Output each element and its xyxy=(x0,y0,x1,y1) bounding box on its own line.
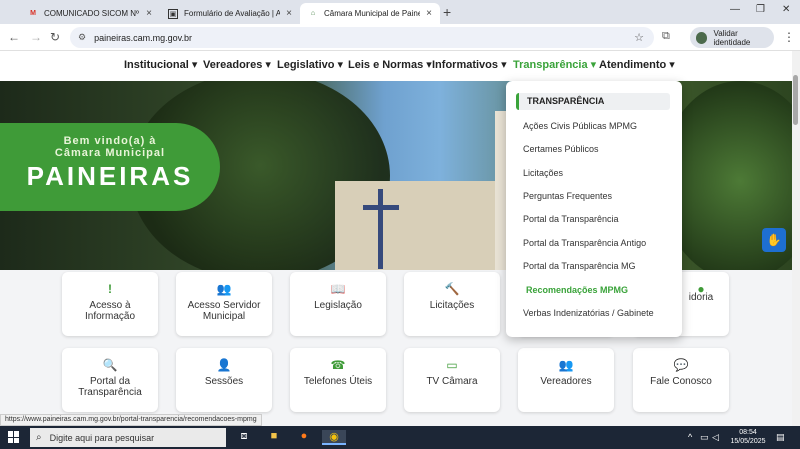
bookmark-star-icon[interactable]: ☆ xyxy=(634,31,644,44)
close-tab-icon[interactable]: × xyxy=(286,8,292,19)
windows-taskbar: ⌕ Digite aqui para pesquisar ⧈ ■ ● ◉ ^ ▭… xyxy=(0,426,800,449)
browser-tab-camara[interactable]: ⌂ Câmara Municipal de Paineiras × xyxy=(300,3,440,24)
card-acesso-informacao[interactable]: ! Acesso à Informação xyxy=(62,272,158,336)
firefox-icon[interactable]: ● xyxy=(296,430,312,445)
gavel-icon: 🔨 xyxy=(444,282,460,296)
dropdown-item-certames[interactable]: Certames Públicos xyxy=(523,144,599,154)
browser-tab-sicom[interactable]: M COMUNICADO SICOM Nº 13/20 × xyxy=(20,3,160,24)
menu-leis-normas[interactable]: Leis e Normas ▾ xyxy=(348,58,432,71)
person-icon: 👤 xyxy=(216,358,232,372)
card-legislacao[interactable]: 📖 Legislação xyxy=(290,272,386,336)
avatar xyxy=(696,31,708,44)
card-telefones[interactable]: ☎ Telefones Úteis xyxy=(290,348,386,412)
taskbar-search[interactable]: ⌕ Digite aqui para pesquisar xyxy=(30,428,226,447)
info-icon: ! xyxy=(108,282,112,296)
status-url-tooltip: https://www.paineiras.cam.mg.gov.br/port… xyxy=(0,414,262,426)
search-icon: 🔍 xyxy=(102,358,118,372)
address-bar[interactable]: ⚙ paineiras.cam.mg.gov.br ☆ xyxy=(70,27,654,48)
dropdown-heading: TRANSPARÊNCIA xyxy=(516,93,670,110)
site-menubar: Institucional ▾ Vereadores ▾ Legislativo… xyxy=(0,51,800,81)
menu-kebab-icon[interactable]: ⋮ xyxy=(783,30,795,44)
browser-tabstrip: M COMUNICADO SICOM Nº 13/20 × ▣ Formulár… xyxy=(0,0,800,24)
dropdown-item-portal[interactable]: Portal da Transparência xyxy=(523,214,619,224)
phone-icon: ☎ xyxy=(330,358,346,372)
users-icon: 👥 xyxy=(558,358,574,372)
card-vereadores[interactable]: 👥 Vereadores xyxy=(518,348,614,412)
menu-vereadores[interactable]: Vereadores ▾ xyxy=(203,58,271,71)
scrollbar-thumb[interactable] xyxy=(793,75,798,125)
task-view-icon[interactable]: ⧈ xyxy=(236,430,252,445)
card-fale-conosco[interactable]: 💬 Fale Conosco xyxy=(633,348,729,412)
taskbar-clock[interactable]: 08:54 15/05/2025 xyxy=(726,428,770,446)
menu-transparencia[interactable]: Transparência ▾ xyxy=(513,58,596,71)
card-sessoes[interactable]: 👤 Sessões xyxy=(176,348,272,412)
restore-icon[interactable]: ❐ xyxy=(756,4,765,15)
form-icon: ▣ xyxy=(168,8,178,19)
new-tab-icon[interactable]: + xyxy=(443,4,451,20)
card-acesso-servidor[interactable]: 👥 Acesso Servidor Municipal xyxy=(176,272,272,336)
search-icon: ⌕ xyxy=(36,432,42,443)
close-tab-icon[interactable]: × xyxy=(426,8,432,19)
browser-tab-avaliacao[interactable]: ▣ Formulário de Avaliação | Avalia × xyxy=(160,3,300,24)
close-tab-icon[interactable]: × xyxy=(146,8,152,19)
book-icon: 📖 xyxy=(330,282,346,296)
browser-toolbar: ← → ↻ ⚙ paineiras.cam.mg.gov.br ☆ ⧉ Vali… xyxy=(0,24,800,51)
card-tv-camara[interactable]: ▭ TV Câmara xyxy=(404,348,500,412)
notifications-icon[interactable]: ▤ xyxy=(776,432,785,443)
dropdown-item-recomendacoes[interactable]: Recomendações MPMG xyxy=(526,285,628,295)
network-icon[interactable]: ▭ xyxy=(700,432,709,443)
forward-icon[interactable]: → xyxy=(30,30,42,44)
dropdown-item-portal-antigo[interactable]: Portal da Transparência Antigo xyxy=(523,238,646,248)
back-icon[interactable]: ← xyxy=(8,30,20,44)
users-icon: 👥 xyxy=(216,282,232,296)
dropdown-item-licitacoes[interactable]: Licitações xyxy=(523,168,563,178)
cross-icon xyxy=(363,205,399,210)
volume-icon[interactable]: ◁ xyxy=(712,432,719,443)
dropdown-item-acoes-civis[interactable]: Ações Civis Públicas MPMG xyxy=(523,121,637,131)
extensions-icon[interactable]: ⧉ xyxy=(662,30,670,43)
monitor-icon: ▭ xyxy=(446,358,458,372)
address-text: paineiras.cam.mg.gov.br xyxy=(94,32,192,43)
chrome-icon[interactable]: ◉ xyxy=(322,430,346,445)
menu-legislativo[interactable]: Legislativo ▾ xyxy=(277,58,343,71)
welcome-line2: Câmara Municipal xyxy=(54,147,166,159)
windows-start-icon[interactable] xyxy=(8,431,20,443)
welcome-title: PAINEIRAS xyxy=(26,161,194,191)
dropdown-item-portal-mg[interactable]: Portal da Transparência MG xyxy=(523,261,636,271)
menu-atendimento[interactable]: Atendimento ▾ xyxy=(599,58,675,71)
web-page: Institucional ▾ Vereadores ▾ Legislativo… xyxy=(0,51,800,426)
file-explorer-icon[interactable]: ■ xyxy=(266,430,282,445)
gmail-icon: M xyxy=(30,10,36,17)
menu-informativos[interactable]: Informativos ▾ xyxy=(432,58,507,71)
card-licitacoes[interactable]: 🔨 Licitações xyxy=(404,272,500,336)
close-window-icon[interactable]: ✕ xyxy=(782,4,790,15)
welcome-banner: Bem vindo(a) à Câmara Municipal PAINEIRA… xyxy=(0,123,220,211)
dropdown-item-perguntas[interactable]: Perguntas Frequentes xyxy=(523,191,612,201)
menu-institucional[interactable]: Institucional ▾ xyxy=(124,58,197,71)
transparencia-dropdown: TRANSPARÊNCIA Ações Civis Públicas MPMG … xyxy=(506,81,682,337)
welcome-line1: Bem vindo(a) à xyxy=(63,135,157,147)
validate-identity-button[interactable]: Validar identidade xyxy=(690,27,774,48)
cross-icon xyxy=(378,189,383,269)
reload-icon[interactable]: ↻ xyxy=(50,30,60,44)
accessibility-hands-icon[interactable]: ✋ xyxy=(762,228,786,252)
site-info-icon[interactable]: ⚙ xyxy=(78,32,86,43)
building-icon: ⌂ xyxy=(310,10,316,17)
chat-icon: 💬 xyxy=(673,358,689,372)
card-portal-transparencia[interactable]: 🔍 Portal da Transparência xyxy=(62,348,158,412)
dropdown-item-verbas[interactable]: Verbas Indenizatórias / Gabinete xyxy=(523,308,654,318)
tray-chevron-icon[interactable]: ^ xyxy=(688,432,692,442)
minimize-icon[interactable]: — xyxy=(730,4,740,15)
hero-building xyxy=(335,181,505,270)
